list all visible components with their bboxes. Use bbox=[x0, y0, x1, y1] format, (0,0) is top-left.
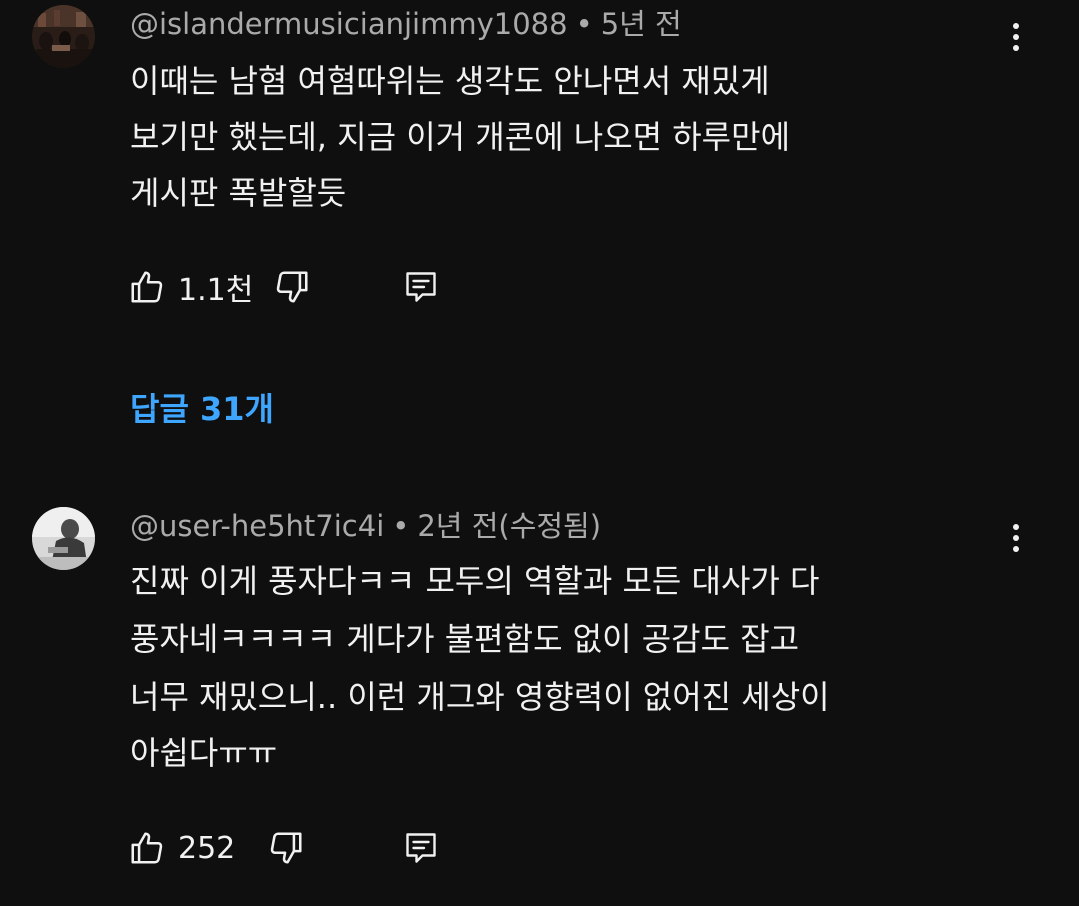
like-count: 1.1천 bbox=[178, 273, 254, 308]
comment-text-line: 게시판 폭발할듯 bbox=[130, 174, 347, 212]
more-dot bbox=[1013, 34, 1019, 40]
more-dot bbox=[1013, 535, 1019, 541]
avatar[interactable] bbox=[32, 507, 95, 570]
thumbs-up-icon[interactable] bbox=[128, 829, 166, 867]
comment-actions: 1.1천 bbox=[128, 265, 439, 309]
more-options-button[interactable] bbox=[1004, 17, 1028, 57]
comment-text-line: 이때는 남혐 여혐따위는 생각도 안나면서 재밌게 bbox=[130, 62, 770, 100]
more-options-button[interactable] bbox=[1004, 518, 1028, 558]
comment-text-line: 진짜 이게 풍자다ㅋㅋ 모두의 역할과 모든 대사가 다 bbox=[130, 562, 820, 600]
comment-text-line: 너무 재밌으니.. 이런 개그와 영향력이 없어진 세상이 bbox=[130, 678, 830, 716]
more-vertical-icon bbox=[1013, 524, 1019, 530]
separator: • bbox=[392, 509, 410, 543]
author-handle[interactable]: @user-he5ht7ic4i bbox=[130, 509, 384, 543]
comment-text-line: 풍자네ㅋㅋㅋㅋ 게다가 불편함도 없이 공감도 잡고 bbox=[130, 620, 800, 658]
thumbs-down-icon[interactable] bbox=[273, 268, 311, 306]
more-vertical-icon bbox=[1013, 23, 1019, 29]
comment-icon[interactable] bbox=[403, 268, 439, 306]
avatar[interactable] bbox=[32, 5, 95, 68]
comment-header: @islandermusicianjimmy1088 • 5년 전 bbox=[130, 6, 682, 42]
thumbs-down-icon[interactable] bbox=[267, 829, 305, 867]
comment-text-line: 아쉽다ㅠㅠ bbox=[130, 734, 278, 772]
comment-time[interactable]: 5년 전 bbox=[601, 7, 682, 41]
comment-actions: 252 bbox=[128, 826, 439, 870]
more-dot bbox=[1013, 45, 1019, 51]
comment-time[interactable]: 2년 전(수정됨) bbox=[417, 509, 601, 543]
author-handle[interactable]: @islandermusicianjimmy1088 bbox=[130, 7, 568, 41]
like-count: 252 bbox=[178, 830, 236, 866]
view-replies-button[interactable]: 답글 31개 bbox=[130, 384, 274, 430]
thumbs-up-icon[interactable] bbox=[128, 268, 166, 306]
more-dot bbox=[1013, 546, 1019, 552]
separator: • bbox=[575, 7, 593, 41]
comment-icon[interactable] bbox=[403, 829, 439, 867]
comment-text-line: 보기만 했는데, 지금 이거 개콘에 나오면 하루만에 bbox=[130, 118, 791, 156]
comment-header: @user-he5ht7ic4i • 2년 전(수정됨) bbox=[130, 508, 601, 544]
